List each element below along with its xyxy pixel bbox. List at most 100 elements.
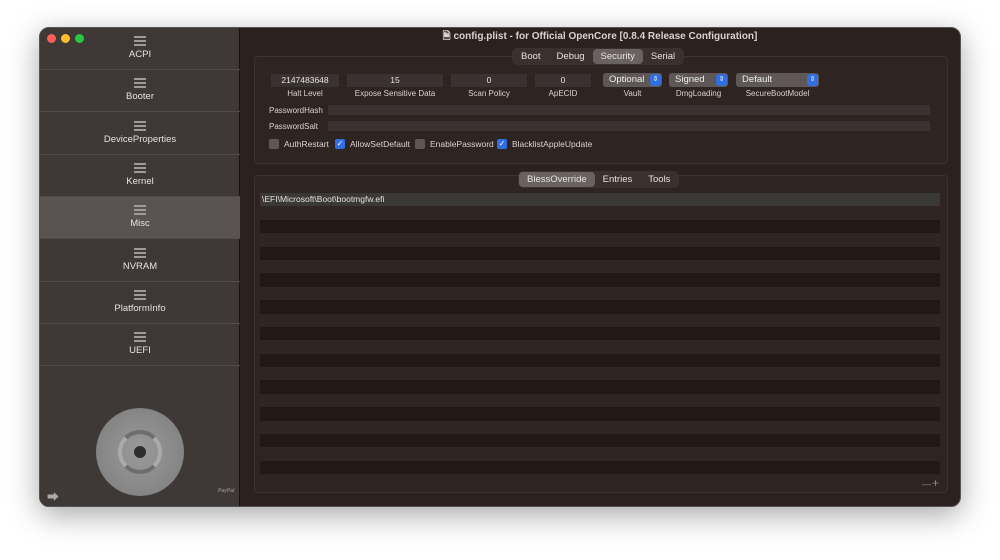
password-hash-label: PasswordHash [269, 106, 323, 115]
secureboot-label: SecureBootModel [745, 89, 810, 98]
paypal-icon[interactable]: PayPal [218, 488, 234, 494]
list-icon [134, 289, 146, 300]
updown-chevron-icon: ⇕ [716, 74, 727, 86]
scan-policy-label: Scan Policy [468, 89, 510, 98]
dmg-value: Signed [675, 74, 705, 85]
window-title: 🗎 config.plist - for Official OpenCore [… [442, 31, 758, 42]
expose-label: Expose Sensitive Data [354, 89, 436, 98]
table-row[interactable] [260, 273, 940, 287]
sidebar-item-label: UEFI [129, 345, 151, 357]
list-icon [134, 205, 146, 216]
table-row[interactable] [260, 313, 940, 327]
title-text: config.plist - for Official OpenCore [0.… [453, 31, 758, 42]
sidebar-item-nvram[interactable]: NVRAM [40, 240, 240, 282]
table-row[interactable] [260, 434, 940, 448]
dmg-popup[interactable]: Signed ⇕ [669, 73, 728, 87]
sidebar-item-label: Booter [126, 91, 154, 103]
opencore-logo [96, 408, 184, 496]
apecid-field[interactable]: 0 [535, 74, 591, 87]
table-row[interactable] [260, 353, 940, 368]
halt-level-label: Halt Level [287, 89, 323, 98]
table-row[interactable] [260, 286, 940, 301]
minimize-button[interactable] [61, 34, 70, 43]
sidebar-item-label: Kernel [126, 175, 154, 187]
checkbox-allowsetdefault[interactable]: ✓ AllowSetDefault [335, 139, 410, 149]
apecid-label: ApECID [548, 89, 578, 98]
list-icon [134, 78, 146, 89]
list-icon [134, 162, 146, 173]
share-icon[interactable]: ⮕ [47, 488, 59, 505]
tab-blessoverride[interactable]: BlessOverride [519, 172, 595, 187]
table-row[interactable] [260, 460, 940, 475]
sidebar-item-platforminfo[interactable]: PlatformInfo [40, 282, 240, 324]
sidebar-item-kernel[interactable]: Kernel [40, 155, 240, 197]
table-row[interactable] [260, 420, 940, 435]
table-row[interactable] [260, 219, 940, 234]
close-button[interactable] [47, 34, 56, 43]
sidebar-item-label: ACPI [128, 49, 152, 60]
sidebar-item-label: DeviceProperties [103, 133, 177, 145]
tab-entries[interactable]: Entries [595, 172, 641, 187]
sidebar-item-booter[interactable]: Booter [40, 70, 240, 113]
table-row[interactable] [260, 447, 940, 461]
checkbox-icon: ✓ [497, 139, 507, 149]
table-row[interactable] [260, 326, 940, 341]
vault-label: Vault [623, 89, 642, 98]
checkbox-enablepassword[interactable]: EnablePassword [415, 139, 494, 149]
checkbox-label: AllowSetDefault [350, 139, 411, 149]
table-row[interactable] [260, 206, 940, 220]
expose-field[interactable]: 15 [347, 74, 443, 87]
add-button[interactable]: + [932, 476, 939, 490]
table-row[interactable] [260, 233, 940, 247]
table-row[interactable] [260, 393, 940, 408]
top-tab-bar: Boot Debug Security Serial [512, 48, 685, 65]
zoom-button[interactable] [75, 34, 84, 43]
halt-level-field[interactable]: 2147483648 [271, 74, 339, 87]
secureboot-popup[interactable]: Default ⇕ [736, 73, 819, 87]
list-icon [134, 332, 146, 343]
tab-serial[interactable]: Serial [643, 49, 683, 64]
checkbox-label: EnablePassword [430, 139, 494, 149]
updown-chevron-icon: ⇕ [650, 74, 661, 86]
table-row[interactable] [260, 259, 940, 274]
table-row[interactable] [260, 246, 940, 260]
app-window: ACPI Booter DeviceProperties Kernel Misc NVRA… [39, 27, 961, 507]
password-hash-field[interactable] [328, 105, 930, 115]
sidebar-item-label: Misc [130, 218, 150, 230]
sidebar-item-deviceproperties[interactable]: DeviceProperties [40, 113, 240, 155]
tab-debug[interactable]: Debug [549, 49, 593, 64]
table-row[interactable] [260, 367, 940, 381]
vault-popup[interactable]: Optional ⇕ [603, 73, 662, 87]
table-row[interactable]: \EFI\Microsoft\Boot\bootmgfw.efi [260, 193, 940, 207]
sidebar-item-misc[interactable]: Misc [40, 197, 240, 240]
checkbox-icon [269, 139, 279, 149]
table-row[interactable] [260, 340, 940, 354]
checkbox-icon: ✓ [335, 139, 345, 149]
checkbox-label: BlacklistAppleUpdate [512, 139, 593, 149]
list-icon [134, 247, 146, 258]
sidebar-item-label: NVRAM [122, 260, 158, 272]
table-row[interactable] [260, 380, 940, 394]
updown-chevron-icon: ⇕ [807, 74, 818, 86]
sidebar-item-label: PlatformInfo [114, 302, 166, 314]
tab-boot[interactable]: Boot [513, 49, 549, 64]
table-row[interactable] [260, 407, 940, 421]
list-icon [134, 120, 146, 131]
sidebar-item-uefi[interactable]: UEFI [40, 324, 240, 367]
tab-security[interactable]: Security [592, 49, 643, 64]
bottom-tab-bar: BlessOverride Entries Tools [518, 171, 680, 188]
list-icon [134, 36, 146, 46]
tab-tools[interactable]: Tools [640, 172, 678, 187]
dmg-label: DmgLoading [675, 89, 722, 98]
password-salt-label: PasswordSalt [269, 122, 318, 131]
password-salt-field[interactable] [328, 121, 930, 131]
checkbox-label: AuthRestart [284, 139, 329, 149]
remove-button[interactable]: — [922, 479, 931, 489]
sidebar: ACPI Booter DeviceProperties Kernel Misc NVRA… [40, 28, 240, 506]
secureboot-value: Default [742, 74, 773, 85]
checkbox-authrestart[interactable]: AuthRestart [269, 139, 329, 149]
scan-policy-field[interactable]: 0 [451, 74, 527, 87]
checkbox-blacklistappleupdate[interactable]: ✓ BlacklistAppleUpdate [497, 139, 592, 149]
window-controls [47, 34, 84, 43]
table-row[interactable] [260, 300, 940, 314]
